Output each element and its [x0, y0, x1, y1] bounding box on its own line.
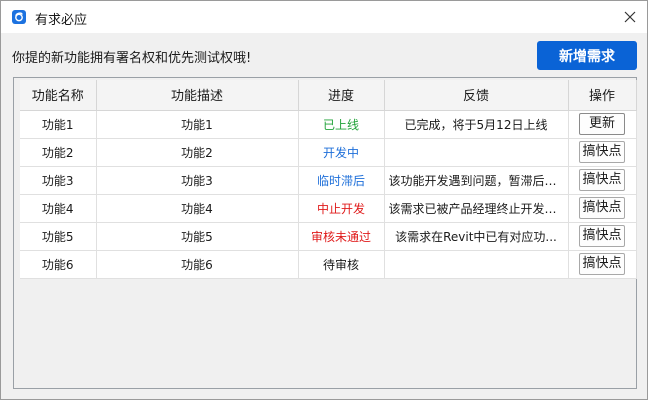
table-row[interactable]: 功能3 功能3 临时滞后 该功能开发遇到问题，暂滞后，... 搞快点 — [20, 166, 637, 195]
cell-progress-status: 审核未通过 — [298, 222, 385, 251]
request-table-panel: 功能名称 功能描述 进度 反馈 操作 功能1 功能1 已上线 已完成，将于5月12日上… — [13, 77, 637, 389]
cell-feedback: 该需求已被产品经理终止开发，... — [384, 194, 569, 223]
close-icon — [624, 11, 636, 23]
table-row[interactable]: 功能4 功能4 中止开发 该需求已被产品经理终止开发，... 搞快点 — [20, 194, 637, 223]
notice-text: 你提的新功能拥有署名权和优先测试权哦! — [12, 51, 252, 66]
cell-feature-name: 功能2 — [20, 138, 97, 167]
cell-action: 搞快点 — [568, 138, 637, 167]
cell-feature-name: 功能6 — [20, 250, 97, 279]
cell-feature-name: 功能1 — [20, 110, 97, 139]
cell-action: 搞快点 — [568, 194, 637, 223]
app-window: 有求必应 你提的新功能拥有署名权和优先测试权哦! 新增需求 功能名称 功能描述 … — [0, 0, 648, 400]
cell-progress-status: 已上线 — [298, 110, 385, 139]
cell-progress-status: 中止开发 — [298, 194, 385, 223]
column-header-description[interactable]: 功能描述 — [96, 80, 299, 111]
hurry-up-button[interactable]: 搞快点 — [579, 197, 625, 219]
cell-feedback: 该需求在Revit中已有对应功... — [384, 222, 569, 251]
cell-action: 更新 — [568, 110, 637, 139]
column-header-name[interactable]: 功能名称 — [20, 80, 97, 111]
column-header-feedback[interactable]: 反馈 — [384, 80, 569, 111]
add-request-button[interactable]: 新增需求 — [537, 41, 637, 70]
cell-progress-status: 临时滞后 — [298, 166, 385, 195]
cell-action: 搞快点 — [568, 250, 637, 279]
request-table: 功能名称 功能描述 进度 反馈 操作 功能1 功能1 已上线 已完成，将于5月12日上… — [20, 80, 637, 279]
cell-feature-description: 功能1 — [96, 110, 299, 139]
hurry-up-button[interactable]: 搞快点 — [579, 169, 625, 191]
cell-feature-name: 功能5 — [20, 222, 97, 251]
table-row[interactable]: 功能2 功能2 开发中 搞快点 — [20, 138, 637, 167]
cell-feedback: 已完成，将于5月12日上线 — [384, 110, 569, 139]
cell-feature-name: 功能3 — [20, 166, 97, 195]
title-bar: 有求必应 — [1, 1, 647, 33]
hurry-up-button[interactable]: 搞快点 — [579, 225, 625, 247]
column-header-actions[interactable]: 操作 — [568, 80, 637, 111]
table-row[interactable]: 功能5 功能5 审核未通过 该需求在Revit中已有对应功... 搞快点 — [20, 222, 637, 251]
cell-progress-status: 待审核 — [298, 250, 385, 279]
cell-feature-description: 功能3 — [96, 166, 299, 195]
cell-feature-description: 功能4 — [96, 194, 299, 223]
cell-action: 搞快点 — [568, 222, 637, 251]
cell-feedback: 该功能开发遇到问题，暂滞后，... — [384, 166, 569, 195]
hurry-up-button[interactable]: 搞快点 — [579, 253, 625, 275]
close-button[interactable] — [619, 7, 641, 27]
cell-feature-description: 功能6 — [96, 250, 299, 279]
window-title: 有求必应 — [35, 13, 88, 28]
hurry-up-button[interactable]: 搞快点 — [579, 141, 625, 163]
table-row[interactable]: 功能1 功能1 已上线 已完成，将于5月12日上线 更新 — [20, 110, 637, 139]
app-logo-icon — [12, 10, 26, 24]
column-header-progress[interactable]: 进度 — [298, 80, 385, 111]
cell-feature-description: 功能2 — [96, 138, 299, 167]
cell-feedback — [384, 138, 569, 167]
update-button[interactable]: 更新 — [579, 113, 625, 135]
table-header-row: 功能名称 功能描述 进度 反馈 操作 — [20, 80, 637, 111]
cell-progress-status: 开发中 — [298, 138, 385, 167]
table-row[interactable]: 功能6 功能6 待审核 搞快点 — [20, 250, 637, 279]
cell-feature-name: 功能4 — [20, 194, 97, 223]
cell-action: 搞快点 — [568, 166, 637, 195]
cell-feature-description: 功能5 — [96, 222, 299, 251]
cell-feedback — [384, 250, 569, 279]
